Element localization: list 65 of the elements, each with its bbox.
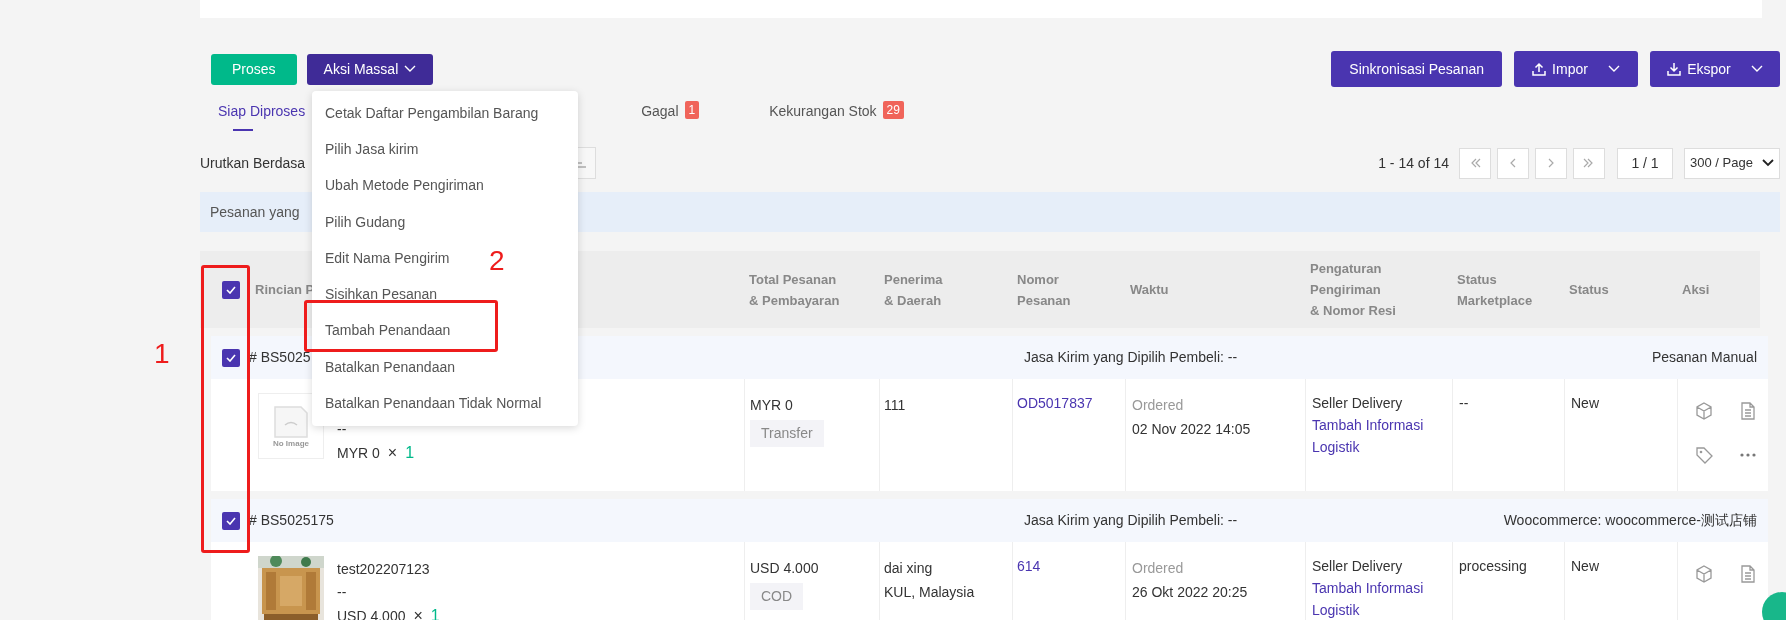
shipping-method: Seller Delivery [1312, 557, 1404, 576]
column-header: Pengaturan Pengiriman & Nomor Resi [1310, 260, 1396, 320]
order-total: MYR 0 [750, 396, 793, 415]
column-header: Penerima & Daerah [884, 270, 943, 310]
logistics-info-link[interactable]: Tambah Informasi Logistik [1312, 577, 1452, 620]
marketplace-status: processing [1459, 558, 1527, 574]
menu-item[interactable]: Edit Nama Pengirim [325, 247, 450, 269]
time-label: Ordered [1132, 559, 1185, 578]
quantity: 1 [405, 443, 415, 463]
menu-item[interactable]: Batalkan Penandaan Tidak Normal [325, 393, 542, 414]
order-source: Woocommerce: woocommerce-测试店铺 [1503, 511, 1758, 530]
order-number-link[interactable]: 614 [1017, 558, 1041, 574]
multiply-sign: × [413, 606, 423, 620]
order-time: 26 Okt 2022 20:25 [1132, 583, 1249, 602]
annotation-number: 2 [489, 245, 505, 277]
column-header: Aksi [1682, 281, 1710, 299]
courier-text: Jasa Kirim yang Dipilih Pembeli: -- [1024, 349, 1238, 365]
payment-tag: Transfer [750, 420, 824, 447]
import-button[interactable]: Impor [1514, 51, 1638, 87]
order-status: New [1571, 558, 1599, 574]
column-header: Total Pesanan & Pembayaran [749, 270, 840, 310]
marketplace-status: -- [1459, 395, 1469, 411]
column-header: Status [1569, 281, 1609, 299]
annotation-number: 1 [154, 338, 170, 370]
menu-item[interactable]: Ubah Metode Pengiriman [325, 175, 484, 197]
count-badge: 1 [684, 101, 700, 119]
menu-item[interactable]: Pilih Gudang [325, 211, 406, 233]
tab[interactable]: Kekurangan Stok 29 [769, 101, 904, 133]
order-source: Pesanan Manual [1651, 348, 1758, 367]
column-header: Status Marketplace [1457, 270, 1533, 310]
no-image-label: No Image [273, 439, 309, 449]
recipient-text: 111 [884, 396, 907, 415]
recipient-text: KUL, Malaysia [884, 583, 976, 602]
order-number-link[interactable]: OD5017837 [1017, 395, 1093, 411]
page-input[interactable]: 1 / 1 [1617, 147, 1673, 179]
time-label: Ordered [1132, 396, 1185, 415]
menu-item[interactable]: Batalkan Penandaan [325, 356, 455, 378]
notice-text: Pesanan yang [210, 202, 300, 222]
shipping-method: Seller Delivery [1312, 394, 1404, 413]
bulk-action-button[interactable]: Aksi Massal [306, 53, 434, 85]
order-total: USD 4.000 [750, 559, 819, 578]
order-status: New [1571, 395, 1599, 411]
column-header: Waktu [1130, 281, 1169, 299]
count-badge: 29 [882, 101, 904, 119]
page-range: 1 - 14 of 14 [1378, 153, 1449, 173]
product-price: MYR 0 [337, 444, 380, 463]
product-variant: -- [337, 583, 347, 602]
column-header: Nomor Pesanan [1017, 270, 1071, 310]
sync-orders-button[interactable]: Sinkronisasi Pesanan [1331, 51, 1502, 87]
page-size-select[interactable]: 300 / Page [1684, 147, 1780, 179]
multiply-sign: × [387, 443, 398, 463]
payment-tag: COD [750, 583, 804, 610]
sort-label: Urutkan Berdasa [200, 153, 306, 173]
order-time: 02 Nov 2022 14:05 [1132, 420, 1252, 439]
menu-item[interactable]: Tambah Penandaan [325, 320, 451, 342]
menu-item[interactable]: Pilih Jasa kirim [325, 138, 419, 160]
export-button[interactable]: Ekspor [1650, 51, 1780, 87]
tab[interactable]: Siap Diproses [218, 101, 306, 133]
menu-item[interactable]: Cetak Daftar Pengambilan Barang [325, 102, 539, 124]
courier-text: Jasa Kirim yang Dipilih Pembeli: -- [1024, 512, 1238, 528]
recipient-text: dai xing [884, 559, 934, 578]
product-variant: -- [337, 420, 347, 439]
logistics-info-link[interactable]: Tambah Informasi Logistik [1312, 414, 1452, 458]
tab[interactable]: Gagal 1 [641, 101, 700, 133]
product-name: test202207123 [337, 560, 430, 579]
